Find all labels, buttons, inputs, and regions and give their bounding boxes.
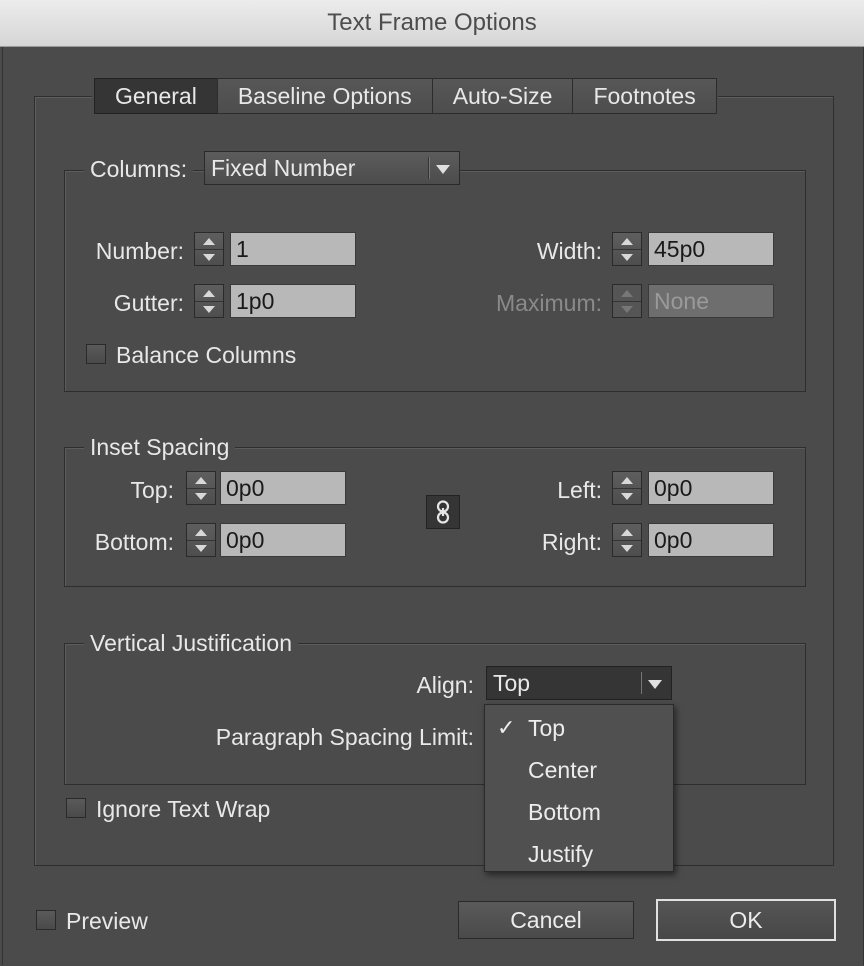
- gutter-label: Gutter:: [113, 290, 184, 316]
- right-label: Right:: [541, 529, 602, 555]
- option-label: Bottom: [528, 799, 601, 825]
- number-label: Number:: [95, 238, 184, 264]
- checkmark-icon: ✓: [497, 715, 516, 740]
- vertical-justification-group: [64, 643, 806, 785]
- tab-bar: General Baseline Options Auto-Size Footn…: [92, 78, 718, 114]
- width-input[interactable]: 45p0: [648, 232, 774, 266]
- select-separator: [428, 157, 429, 179]
- stepper-down-icon[interactable]: [613, 249, 641, 265]
- top-input[interactable]: 0p0: [220, 471, 346, 505]
- option-label: Center: [528, 757, 598, 783]
- tab-baseline-options[interactable]: Baseline Options: [216, 78, 433, 114]
- paragraph-spacing-limit-label: Paragraph Spacing Limit:: [215, 724, 474, 750]
- align-value: Top: [493, 670, 531, 696]
- stepper-down-icon: [613, 301, 641, 317]
- option-label: Top: [528, 715, 566, 741]
- stepper-down-icon[interactable]: [195, 249, 223, 265]
- align-label: Align:: [416, 672, 474, 698]
- width-stepper[interactable]: [612, 232, 642, 266]
- top-label: Top:: [130, 477, 174, 503]
- vertical-justification-legend: Vertical Justification: [84, 628, 298, 658]
- stepper-up-icon[interactable]: [195, 233, 223, 250]
- stepper-up-icon[interactable]: [187, 524, 215, 541]
- ignore-text-wrap-checkbox[interactable]: [66, 798, 86, 818]
- stepper-down-icon[interactable]: [187, 540, 215, 556]
- preview-label[interactable]: Preview: [66, 906, 148, 936]
- maximum-stepper: [612, 284, 642, 318]
- gutter-input[interactable]: 1p0: [230, 284, 356, 318]
- number-input[interactable]: 1: [230, 232, 356, 266]
- bottom-input[interactable]: 0p0: [220, 523, 346, 557]
- stepper-up-icon: [613, 285, 641, 302]
- bottom-label: Bottom:: [94, 529, 174, 555]
- align-option-justify[interactable]: Justify: [485, 833, 673, 875]
- stepper-up-icon[interactable]: [613, 472, 641, 489]
- right-stepper[interactable]: [612, 523, 642, 557]
- stepper-up-icon[interactable]: [195, 285, 223, 302]
- left-stepper[interactable]: [612, 471, 642, 505]
- stepper-down-icon[interactable]: [187, 488, 215, 504]
- align-dropdown-menu: ✓ Top Center Bottom Justify: [484, 704, 674, 872]
- chain-link-icon: [436, 500, 450, 524]
- align-select[interactable]: Top: [486, 666, 672, 700]
- tab-general[interactable]: General: [94, 78, 218, 114]
- bottom-stepper[interactable]: [186, 523, 216, 557]
- align-option-top[interactable]: ✓ Top: [485, 707, 673, 749]
- ignore-text-wrap-label[interactable]: Ignore Text Wrap: [96, 794, 270, 824]
- stepper-up-icon[interactable]: [613, 233, 641, 250]
- inset-spacing-legend: Inset Spacing: [84, 432, 236, 462]
- stepper-down-icon[interactable]: [613, 488, 641, 504]
- stepper-up-icon[interactable]: [187, 472, 215, 489]
- preview-checkbox[interactable]: [36, 910, 56, 930]
- stepper-up-icon[interactable]: [613, 524, 641, 541]
- window-title: Text Frame Options: [0, 0, 864, 47]
- balance-columns-checkbox[interactable]: [86, 344, 106, 364]
- chevron-down-icon: [436, 165, 450, 174]
- width-label: Width:: [536, 238, 602, 264]
- right-input[interactable]: 0p0: [648, 523, 774, 557]
- stepper-down-icon[interactable]: [195, 301, 223, 317]
- make-all-settings-same-button[interactable]: [426, 495, 460, 529]
- cancel-button[interactable]: Cancel: [458, 901, 634, 939]
- tab-auto-size[interactable]: Auto-Size: [431, 78, 574, 114]
- chevron-down-icon: [648, 680, 662, 689]
- maximum-label: Maximum:: [495, 290, 602, 316]
- left-label: Left:: [557, 477, 602, 503]
- top-stepper[interactable]: [186, 471, 216, 505]
- number-stepper[interactable]: [194, 232, 224, 266]
- tab-footnotes[interactable]: Footnotes: [572, 78, 717, 114]
- stepper-down-icon[interactable]: [613, 540, 641, 556]
- balance-columns-label[interactable]: Balance Columns: [116, 340, 296, 370]
- gutter-stepper[interactable]: [194, 284, 224, 318]
- maximum-input: None: [648, 284, 774, 318]
- select-separator: [640, 672, 641, 694]
- ok-button[interactable]: OK: [656, 899, 836, 941]
- align-option-center[interactable]: Center: [485, 749, 673, 791]
- columns-label: Columns:: [84, 154, 194, 184]
- option-label: Justify: [528, 841, 594, 867]
- columns-type-select[interactable]: Fixed Number: [204, 151, 460, 185]
- columns-type-value: Fixed Number: [211, 155, 356, 181]
- left-input[interactable]: 0p0: [648, 471, 774, 505]
- align-option-bottom[interactable]: Bottom: [485, 791, 673, 833]
